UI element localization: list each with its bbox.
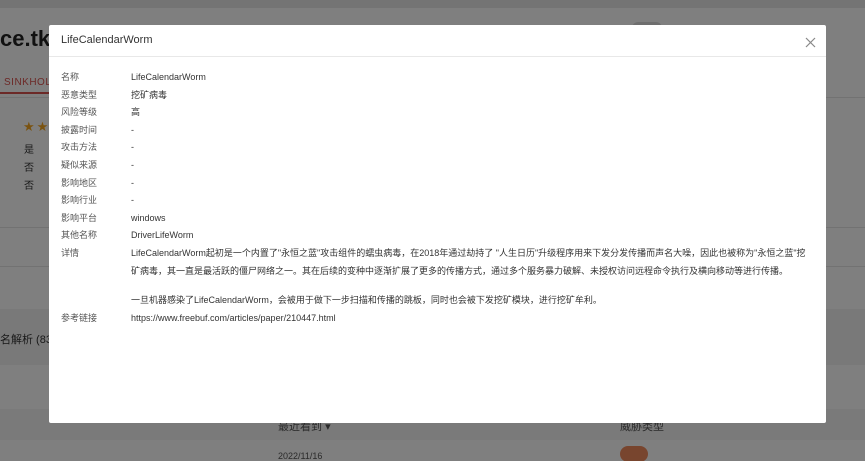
field-label: 攻击方法 <box>61 142 98 153</box>
field-label: 详情 <box>61 247 80 258</box>
field-row-other-names: 其他名称 DriverLifeWorm <box>61 227 813 245</box>
field-label: 影响地区 <box>61 177 98 188</box>
field-value: 高 <box>131 107 141 118</box>
field-label: 影响平台 <box>61 212 98 223</box>
field-value: LifeCalendarWorm <box>131 72 206 82</box>
field-label: 影响行业 <box>61 195 98 206</box>
field-label: 参考链接 <box>61 312 98 323</box>
field-label: 恶意类型 <box>61 89 98 100</box>
field-row-attack-method: 攻击方法 - <box>61 139 813 157</box>
field-row-details: 详情 LifeCalendarWorm起初是一个内置了"永恒之蓝"攻击组件的蠕虫… <box>61 245 813 310</box>
field-value: - <box>131 159 134 170</box>
field-row-affected-platform: 影响平台 windows <box>61 210 813 228</box>
field-row-affected-region: 影响地区 - <box>61 175 813 193</box>
field-label: 疑似来源 <box>61 159 98 170</box>
field-label: 名称 <box>61 72 80 82</box>
field-value: - <box>131 124 134 135</box>
field-label: 风险等级 <box>61 107 98 118</box>
field-value: - <box>131 142 134 153</box>
field-value: 挖矿病毒 <box>131 89 168 100</box>
threat-detail-modal: LifeCalendarWorm 名称 LifeCalendarWorm 恶意类… <box>49 25 826 423</box>
reference-link[interactable]: https://www.freebuf.com/articles/paper/2… <box>131 310 813 328</box>
field-row-disclosure-time: 披露时间 - <box>61 122 813 140</box>
field-value-details: LifeCalendarWorm起初是一个内置了"永恒之蓝"攻击组件的蠕虫病毒，… <box>131 245 813 310</box>
field-label: 披露时间 <box>61 124 98 135</box>
close-icon[interactable] <box>805 37 816 48</box>
field-row-affected-industry: 影响行业 - <box>61 192 813 210</box>
field-row-name: 名称 LifeCalendarWorm <box>61 69 813 87</box>
field-value: - <box>131 195 134 206</box>
detail-list: 名称 LifeCalendarWorm 恶意类型 挖矿病毒 风险等级 高 披露时… <box>61 69 813 327</box>
detail-paragraph: LifeCalendarWorm起初是一个内置了"永恒之蓝"攻击组件的蠕虫病毒，… <box>131 247 806 276</box>
field-row-malware-type: 恶意类型 挖矿病毒 <box>61 87 813 105</box>
field-value: DriverLifeWorm <box>131 230 194 241</box>
field-label: 其他名称 <box>61 230 98 241</box>
modal-title: LifeCalendarWorm <box>61 34 153 46</box>
field-row-suspected-source: 疑似来源 - <box>61 157 813 175</box>
field-row-risk-level: 风险等级 高 <box>61 104 813 122</box>
field-row-reference: 参考链接 https://www.freebuf.com/articles/pa… <box>61 310 813 328</box>
modal-header: LifeCalendarWorm <box>49 25 826 57</box>
field-value: windows <box>131 212 166 223</box>
field-value: - <box>131 177 134 188</box>
detail-paragraph: 一旦机器感染了LifeCalendarWorm，会被用于做下一步扫描和传播的跳板… <box>131 295 602 306</box>
